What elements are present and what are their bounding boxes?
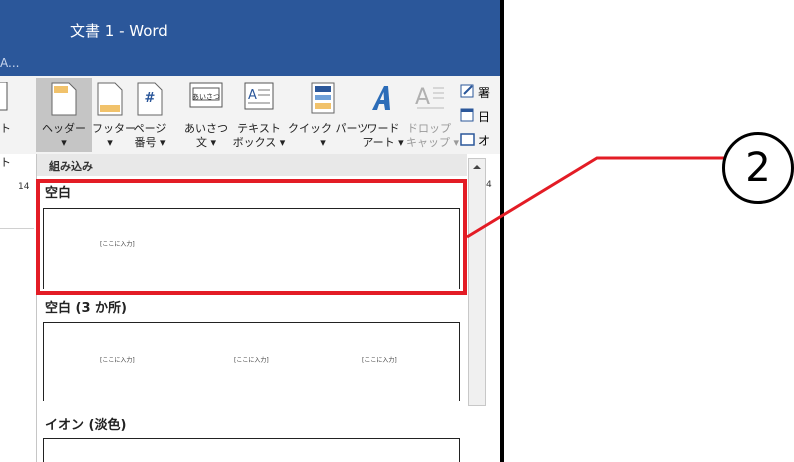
callout-number-badge: 2	[722, 132, 794, 204]
callout-pointer	[466, 156, 724, 239]
